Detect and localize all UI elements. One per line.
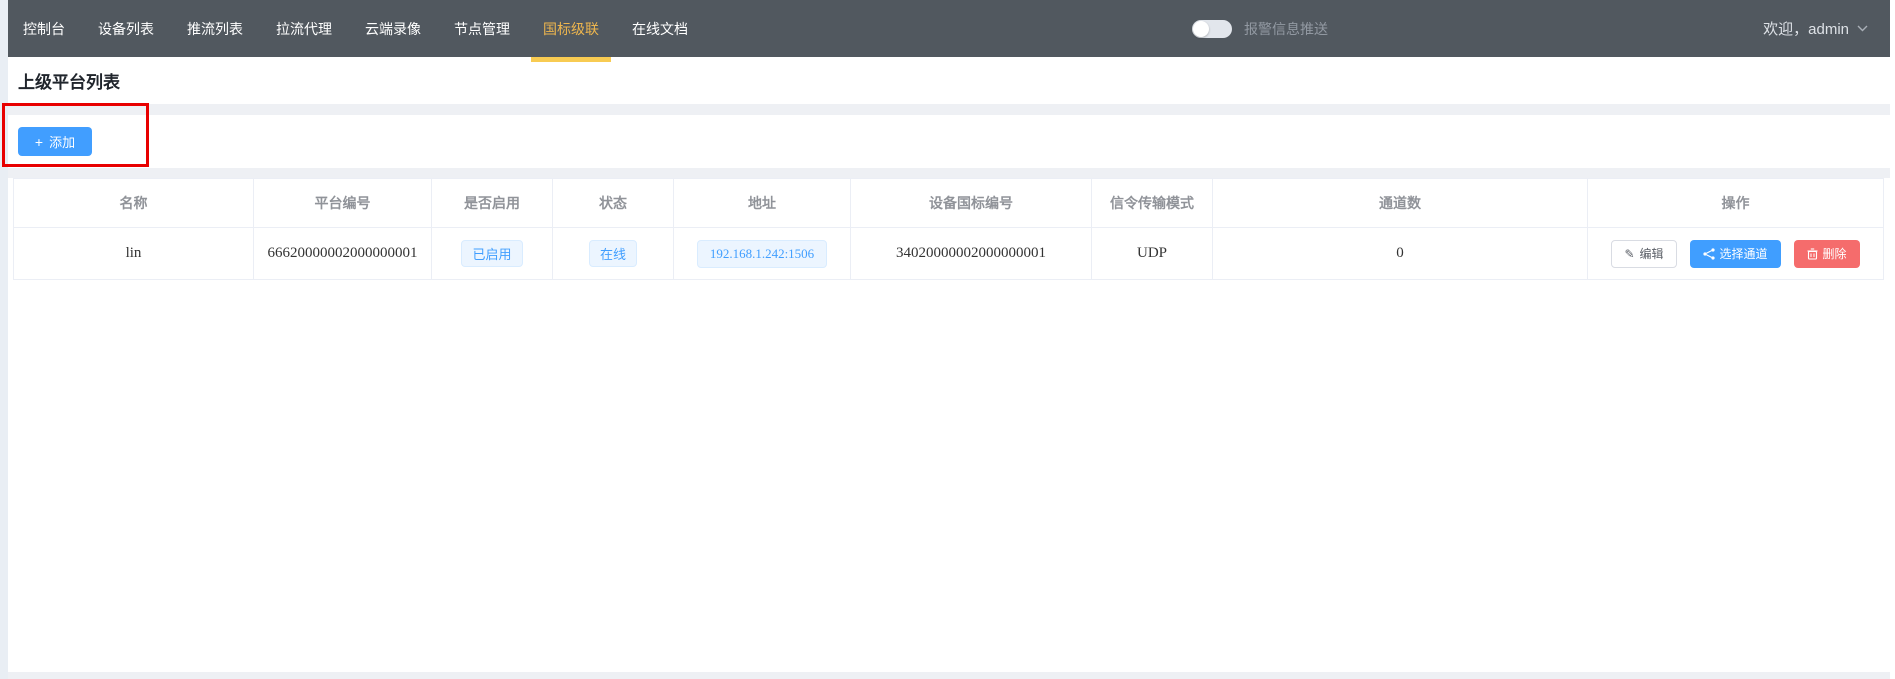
nav-item-label: 节点管理 bbox=[454, 19, 510, 39]
delete-button[interactable]: 删除 bbox=[1794, 240, 1860, 268]
col-header-signal-transport: 信令传输模式 bbox=[1092, 179, 1213, 228]
cell-actions: ✎ 编辑 选择通道 bbox=[1588, 228, 1884, 280]
section-divider bbox=[8, 104, 1890, 115]
cell-channel-count: 0 bbox=[1213, 228, 1588, 280]
page-title: 上级平台列表 bbox=[18, 68, 120, 93]
cell-status: 在线 bbox=[553, 228, 674, 280]
page-left-margin bbox=[0, 0, 8, 679]
section-divider bbox=[8, 168, 1890, 178]
table-row: lin 66620000002000000001 已启用 在线 192.168.… bbox=[14, 228, 1884, 280]
add-button[interactable]: + 添加 bbox=[18, 127, 92, 156]
nav-item-pull-proxy[interactable]: 拉流代理 bbox=[264, 0, 344, 57]
nav-item-console[interactable]: 控制台 bbox=[11, 0, 77, 57]
toggle-switch[interactable] bbox=[1192, 20, 1232, 38]
page-bottom-margin bbox=[8, 672, 1890, 679]
row-actions: ✎ 编辑 选择通道 bbox=[1588, 240, 1883, 268]
status-badge: 在线 bbox=[589, 240, 637, 267]
nav-item-online-docs[interactable]: 在线文档 bbox=[620, 0, 700, 57]
cell-signal-transport: UDP bbox=[1092, 228, 1213, 280]
add-button-label: 添加 bbox=[49, 132, 75, 151]
nav-item-node-manage[interactable]: 节点管理 bbox=[442, 0, 522, 57]
alarm-push-toggle-group: 报警信息推送 bbox=[1192, 0, 1328, 57]
cell-platform-id: 66620000002000000001 bbox=[254, 228, 432, 280]
cell-enabled: 已启用 bbox=[432, 228, 553, 280]
alarm-push-label: 报警信息推送 bbox=[1244, 19, 1328, 39]
platform-table-section: 名称 平台编号 是否启用 状态 地址 设备国标编号 信令传输模式 通道数 操作 … bbox=[8, 178, 1890, 672]
col-header-status: 状态 bbox=[553, 179, 674, 228]
cell-address: 192.168.1.242:1506 bbox=[674, 228, 851, 280]
share-icon bbox=[1703, 248, 1715, 260]
nav-item-label: 拉流代理 bbox=[276, 19, 332, 39]
address-badge[interactable]: 192.168.1.242:1506 bbox=[697, 240, 827, 268]
nav-item-device-list[interactable]: 设备列表 bbox=[86, 0, 166, 57]
nav-item-label: 推流列表 bbox=[187, 19, 243, 39]
nav-item-label: 控制台 bbox=[23, 19, 65, 39]
trash-icon bbox=[1807, 248, 1818, 260]
user-menu[interactable]: 欢迎，admin bbox=[1763, 18, 1890, 39]
nav-item-label: 设备列表 bbox=[98, 19, 154, 39]
col-header-channel-count: 通道数 bbox=[1213, 179, 1588, 228]
nav-item-label: 国标级联 bbox=[543, 19, 599, 39]
col-header-enabled: 是否启用 bbox=[432, 179, 553, 228]
toggle-knob bbox=[1193, 21, 1209, 37]
welcome-text: 欢迎，admin bbox=[1763, 18, 1849, 39]
chevron-down-icon bbox=[1857, 25, 1868, 32]
nav-item-label: 在线文档 bbox=[632, 19, 688, 39]
nav-item-push-list[interactable]: 推流列表 bbox=[175, 0, 255, 57]
nav-item-gb-cascade-active[interactable]: 国标级联 bbox=[531, 0, 611, 57]
col-header-gb-device-id: 设备国标编号 bbox=[851, 179, 1092, 228]
col-header-address: 地址 bbox=[674, 179, 851, 228]
edit-button-label: 编辑 bbox=[1640, 245, 1664, 262]
nav-item-cloud-record[interactable]: 云端录像 bbox=[353, 0, 433, 57]
app-container: 控制台 设备列表 推流列表 拉流代理 云端录像 节点管理 国标级联 在线文档 报… bbox=[8, 0, 1890, 679]
col-header-platform-id: 平台编号 bbox=[254, 179, 432, 228]
col-header-actions: 操作 bbox=[1588, 179, 1884, 228]
table-header-row: 名称 平台编号 是否启用 状态 地址 设备国标编号 信令传输模式 通道数 操作 bbox=[14, 179, 1884, 228]
top-navbar: 控制台 设备列表 推流列表 拉流代理 云端录像 节点管理 国标级联 在线文档 报… bbox=[8, 0, 1890, 57]
nav-item-label: 云端录像 bbox=[365, 19, 421, 39]
edit-pencil-icon: ✎ bbox=[1624, 247, 1634, 261]
edit-button[interactable]: ✎ 编辑 bbox=[1611, 240, 1676, 268]
toolbar: + 添加 bbox=[8, 115, 1890, 168]
select-channel-label: 选择通道 bbox=[1720, 245, 1768, 262]
plus-icon: + bbox=[35, 135, 43, 149]
cell-gb-device-id: 34020000002000000001 bbox=[851, 228, 1092, 280]
col-header-name: 名称 bbox=[14, 179, 254, 228]
platform-table: 名称 平台编号 是否启用 状态 地址 设备国标编号 信令传输模式 通道数 操作 … bbox=[13, 178, 1884, 280]
cell-name: lin bbox=[14, 228, 254, 280]
select-channel-button[interactable]: 选择通道 bbox=[1690, 240, 1781, 268]
page-header: 上级平台列表 bbox=[8, 57, 1890, 104]
enabled-badge: 已启用 bbox=[461, 240, 522, 267]
delete-button-label: 删除 bbox=[1823, 245, 1847, 262]
